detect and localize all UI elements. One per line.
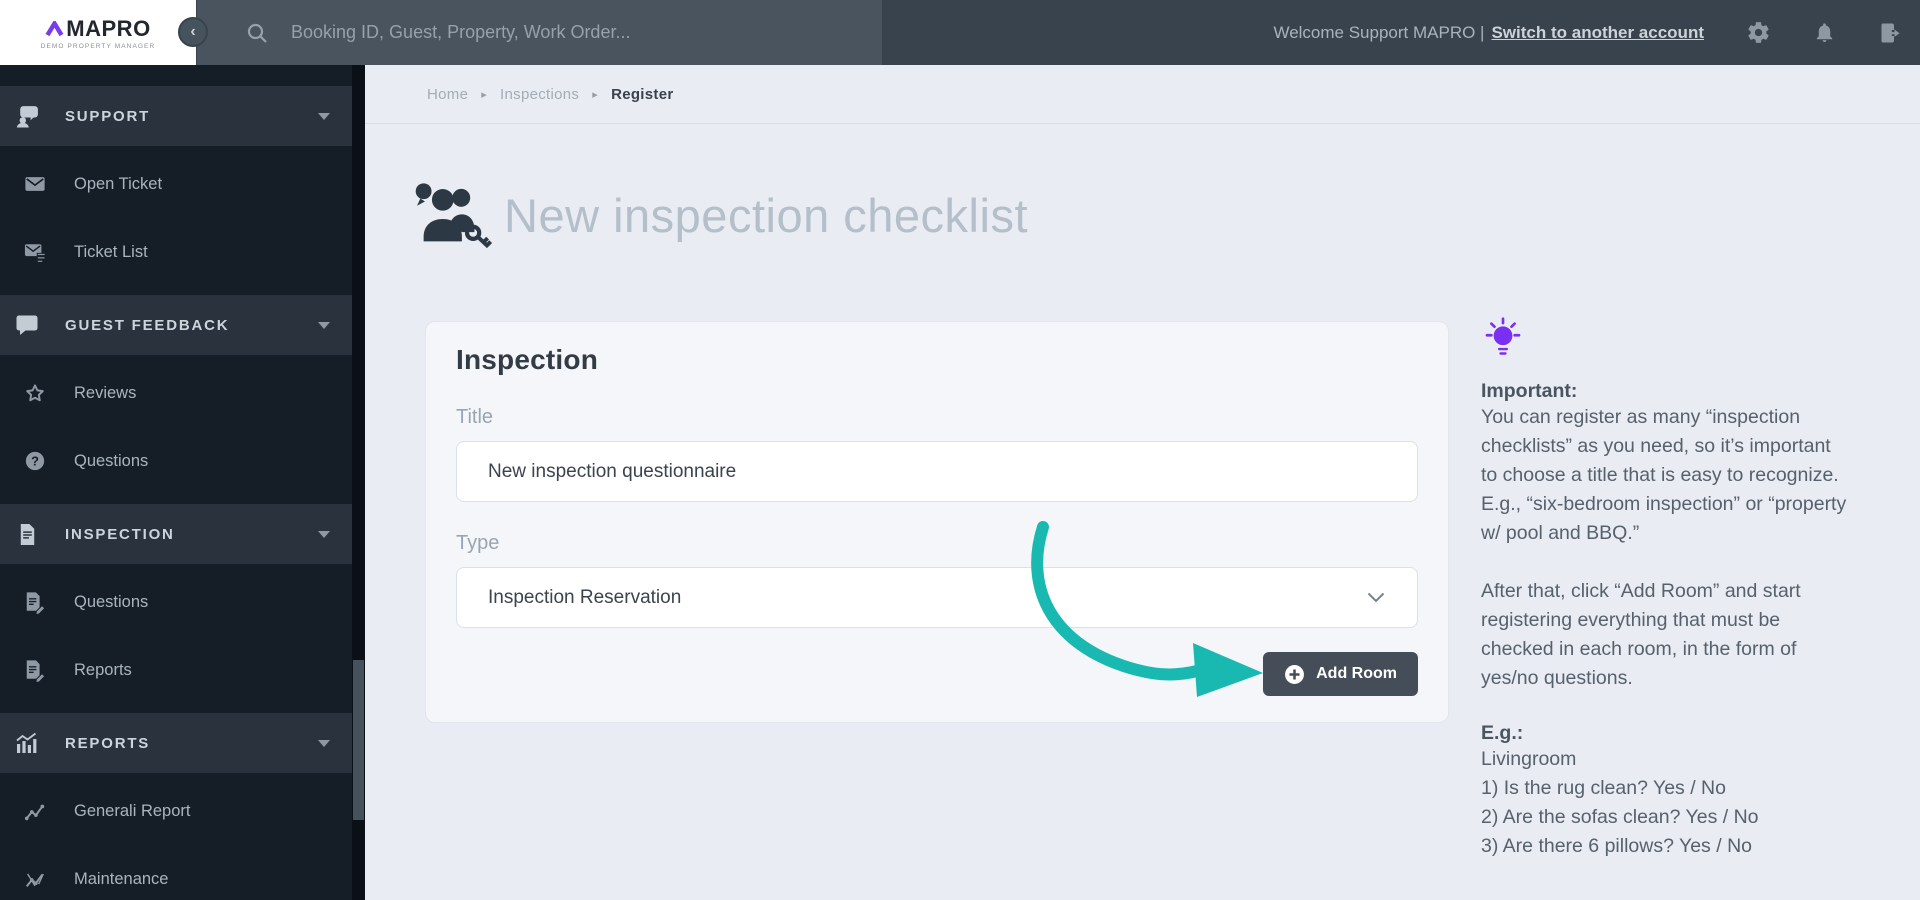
chevron-down-icon — [318, 321, 330, 329]
type-label: Type — [456, 532, 500, 554]
sidebar-section-inspection[interactable]: INSPECTION — [0, 504, 352, 564]
topbar-right: Welcome Support MAPRO | Switch to anothe… — [1273, 0, 1920, 65]
sidebar-collapse-button[interactable]: ‹ — [178, 17, 208, 47]
sidebar-item-label: Generali Report — [74, 801, 191, 820]
sidebar-section-label: SUPPORT — [65, 107, 151, 125]
search-icon — [247, 23, 267, 43]
document-edit-icon — [24, 659, 46, 682]
line-chart-icon — [24, 800, 46, 823]
sidebar-item-label: Questions — [74, 592, 149, 611]
sidebar-section-label: REPORTS — [65, 734, 151, 752]
breadcrumb-home[interactable]: Home — [427, 86, 468, 103]
chevron-down-icon — [318, 739, 330, 747]
logo-subtitle: DEMO PROPERTY MANAGER — [40, 42, 156, 50]
logout-icon — [1881, 23, 1900, 42]
sidebar-item-label: Maintenance — [74, 869, 169, 888]
tip-panel: Important: You can register as many “ins… — [1481, 317, 1920, 861]
chevron-down-icon — [1367, 592, 1385, 603]
plus-circle-icon — [1285, 664, 1305, 684]
gear-icon — [1748, 22, 1769, 43]
sidebar-scrollbar-thumb[interactable] — [353, 660, 364, 820]
support-chat-icon — [14, 104, 40, 129]
sidebar-item-label: Reviews — [74, 383, 137, 402]
inspection-people-icon — [415, 183, 492, 248]
tip-paragraph-1: You can register as many “inspection che… — [1481, 406, 1847, 544]
tip-eg-lines: Livingroom 1) Is the rug clean? Yes / No… — [1481, 748, 1759, 857]
sidebar-item-inspection-questions[interactable]: Questions — [0, 572, 352, 632]
sidebar-item-label: Reports — [74, 660, 132, 679]
sidebar-item-label: Open Ticket — [74, 174, 163, 193]
breadcrumb-current: Register — [611, 85, 674, 103]
main-content: Home ▸ Inspections ▸ Register New inspec… — [365, 65, 1920, 900]
star-icon — [24, 382, 46, 405]
welcome-text: Welcome Support MAPRO | — [1273, 22, 1485, 42]
app-window: MAPRO DEMO PROPERTY MANAGER ‹ Welcome Su… — [0, 0, 1920, 900]
breadcrumb-inspections[interactable]: Inspections — [500, 86, 579, 103]
sidebar-scrollbar[interactable] — [352, 65, 365, 900]
title-label: Title — [456, 406, 494, 428]
sidebar-item-ticket-list[interactable]: Ticket List — [0, 222, 352, 282]
card-actions: Add Room — [456, 652, 1418, 696]
logo-brand: MAPRO — [45, 16, 150, 42]
bell-icon — [1816, 23, 1833, 43]
breadcrumb-separator-icon: ▸ — [481, 88, 488, 101]
sidebar-section-guest-feedback[interactable]: GUEST FEEDBACK — [0, 295, 352, 355]
page-title: New inspection checklist — [504, 188, 1028, 242]
svg-text:?: ? — [31, 453, 39, 468]
speech-bubble-icon — [14, 313, 40, 337]
chevron-down-icon — [318, 530, 330, 538]
sidebar-item-label: Ticket List — [74, 242, 148, 261]
sidebar-item-open-ticket[interactable]: Open Ticket — [0, 154, 352, 214]
logo-caret-icon — [45, 21, 64, 36]
tip-eg-heading: E.g.: — [1481, 722, 1524, 744]
breadcrumb: Home ▸ Inspections ▸ Register — [365, 65, 1920, 124]
sidebar-item-inspection-reports[interactable]: Reports — [0, 640, 352, 700]
sidebar-section-reports[interactable]: REPORTS — [0, 713, 352, 773]
search-input[interactable] — [291, 22, 831, 43]
switch-account-link[interactable]: Switch to another account — [1491, 23, 1704, 43]
notifications-button[interactable] — [1813, 21, 1836, 44]
inspection-form-card: Inspection Title Type Inspection Reserva… — [425, 321, 1449, 723]
add-room-button[interactable]: Add Room — [1263, 652, 1418, 696]
tip-paragraph-2: After that, click “Add Room” and start r… — [1481, 580, 1801, 689]
type-select[interactable]: Inspection Reservation — [456, 567, 1418, 628]
tip-important-heading: Important: — [1481, 380, 1578, 402]
sidebar-section-label: GUEST FEEDBACK — [65, 316, 230, 334]
breadcrumb-separator-icon: ▸ — [592, 88, 599, 101]
add-room-label: Add Room — [1316, 665, 1397, 682]
bar-chart-icon — [14, 731, 40, 755]
envelope-list-icon — [24, 241, 46, 263]
title-input[interactable] — [456, 441, 1418, 502]
question-circle-icon: ? — [24, 450, 46, 472]
sidebar-section-support[interactable]: SUPPORT — [0, 86, 352, 146]
sidebar-item-maintenance[interactable]: Maintenance — [0, 849, 352, 900]
sidebar-item-feedback-questions[interactable]: ? Questions — [0, 431, 352, 491]
sidebar-item-reviews[interactable]: Reviews — [0, 363, 352, 423]
line-chart-icon — [24, 868, 46, 891]
lightbulb-icon — [1485, 317, 1521, 355]
document-icon — [14, 523, 40, 546]
page-title-row: New inspection checklist — [412, 182, 1028, 248]
sidebar-item-label: Questions — [74, 451, 149, 470]
settings-button[interactable] — [1746, 20, 1771, 45]
logout-button[interactable] — [1878, 21, 1902, 45]
sidebar: SUPPORT Open Ticket Ticket List GUEST FE… — [0, 65, 352, 900]
card-title: Inspection — [456, 344, 599, 375]
topbar: MAPRO DEMO PROPERTY MANAGER ‹ Welcome Su… — [0, 0, 1920, 65]
sidebar-section-label: INSPECTION — [65, 525, 175, 543]
logo[interactable]: MAPRO DEMO PROPERTY MANAGER — [0, 0, 196, 65]
envelope-icon — [24, 173, 46, 195]
global-search — [197, 0, 882, 65]
document-edit-icon — [24, 591, 46, 614]
type-select-value: Inspection Reservation — [488, 586, 682, 608]
chevron-left-icon: ‹ — [190, 23, 196, 40]
chevron-down-icon — [318, 112, 330, 120]
sidebar-item-generali-report[interactable]: Generali Report — [0, 781, 352, 841]
